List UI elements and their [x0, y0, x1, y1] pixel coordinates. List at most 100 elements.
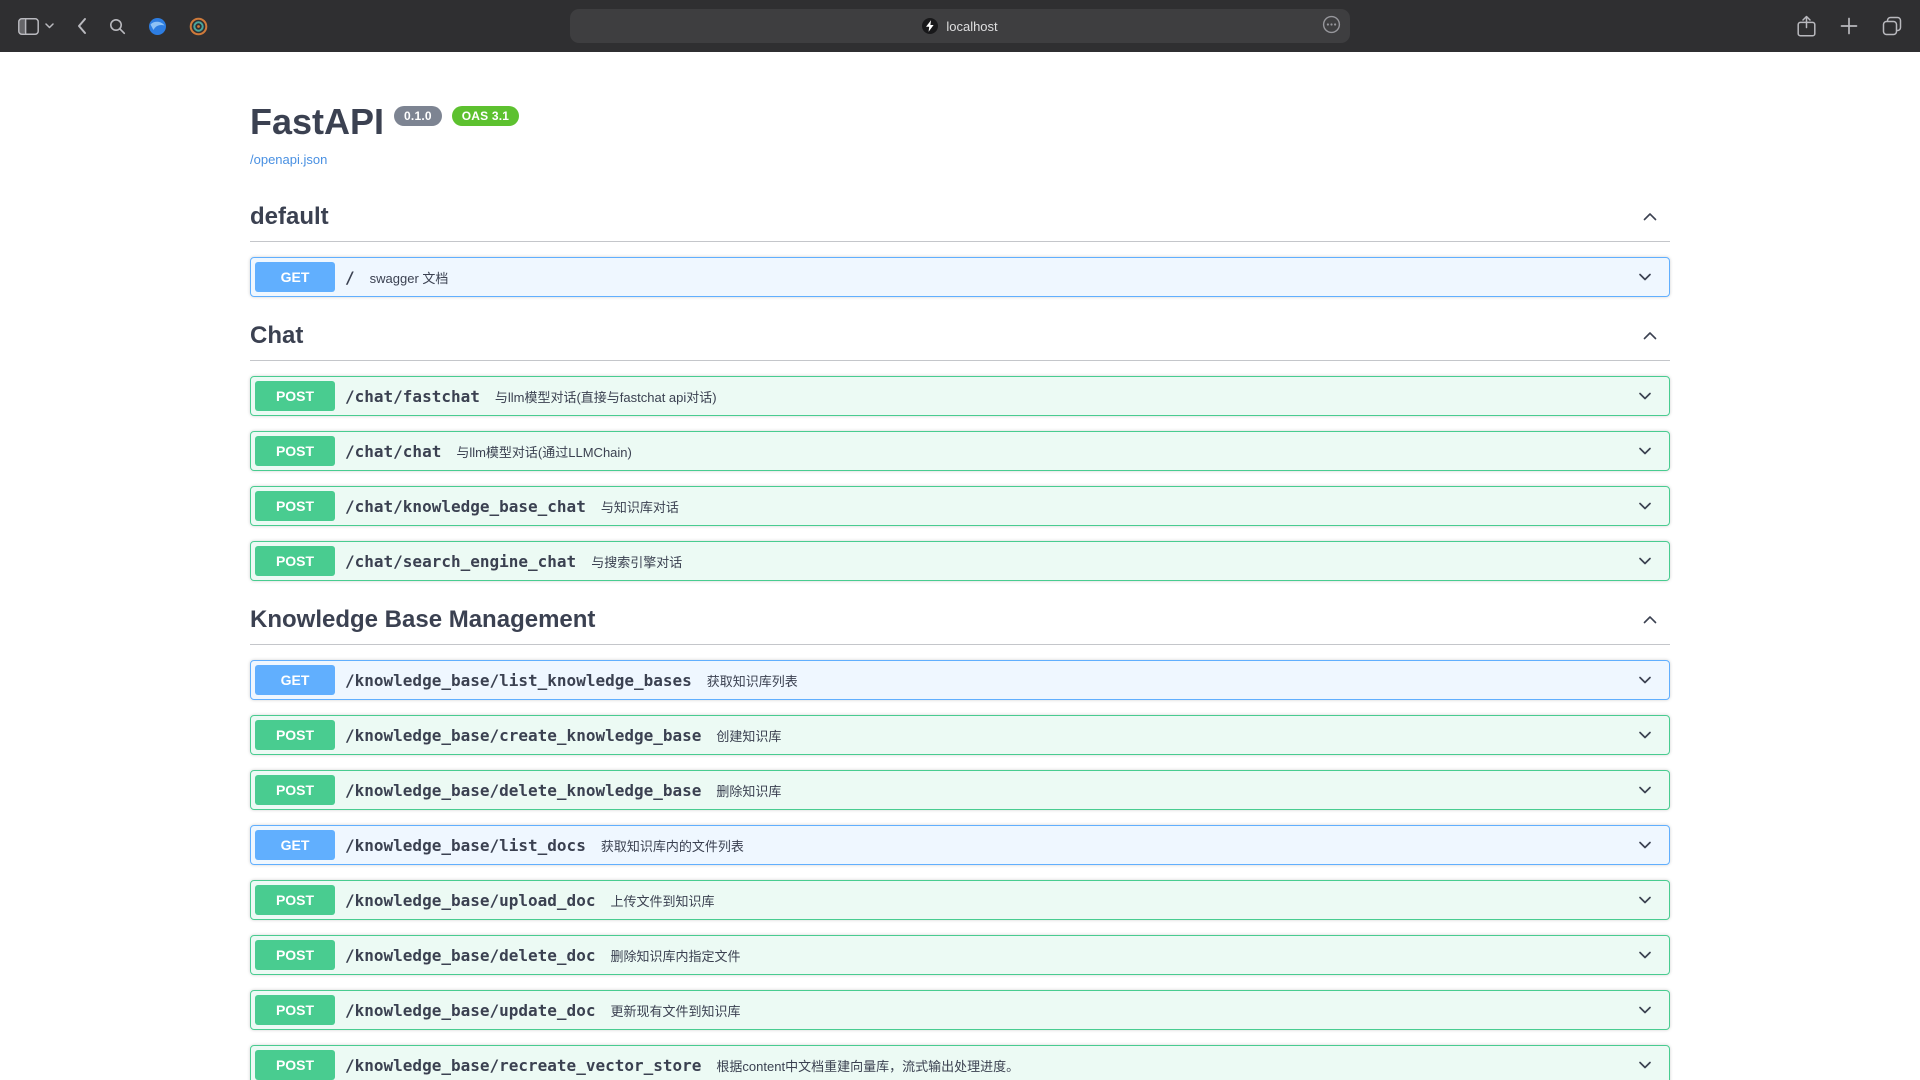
operation-row[interactable]: POST /knowledge_base/delete_knowledge_ba… — [250, 770, 1670, 810]
section-title[interactable]: default — [250, 203, 329, 231]
section-title[interactable]: Chat — [250, 322, 303, 350]
chevron-up-icon[interactable] — [1642, 328, 1658, 344]
operation-row[interactable]: GET /knowledge_base/list_knowledge_bases… — [250, 660, 1670, 700]
api-title-text: FastAPI — [250, 100, 384, 143]
chevron-down-icon[interactable] — [1635, 386, 1655, 406]
site-favicon — [922, 18, 938, 34]
operation-row[interactable]: POST /knowledge_base/delete_doc 删除知识库内指定… — [250, 935, 1670, 975]
chevron-down-icon[interactable] — [1635, 496, 1655, 516]
page-menu-ellipsis-icon[interactable] — [1322, 15, 1341, 37]
operation-path: /chat/fastchat — [345, 387, 480, 406]
method-badge: POST — [255, 720, 335, 750]
api-info: FastAPI 0.1.0 OAS 3.1 /openapi.json — [250, 100, 1670, 169]
chevron-down-icon[interactable] — [1635, 670, 1655, 690]
bird-extension-icon[interactable] — [148, 17, 167, 36]
chevron-down-icon[interactable] — [1635, 551, 1655, 571]
method-badge: GET — [255, 830, 335, 860]
operation-path: /knowledge_base/update_doc — [345, 1001, 595, 1020]
operation-row[interactable]: POST /chat/fastchat 与llm模型对话(直接与fastchat… — [250, 376, 1670, 416]
method-badge: POST — [255, 1050, 335, 1080]
section-header[interactable]: default — [250, 193, 1670, 242]
operation-row[interactable]: POST /chat/chat 与llm模型对话(通过LLMChain) — [250, 431, 1670, 471]
method-badge: GET — [255, 665, 335, 695]
operation-path: / — [345, 268, 355, 287]
operation-row[interactable]: POST /knowledge_base/update_doc 更新现有文件到知… — [250, 990, 1670, 1030]
method-badge: POST — [255, 546, 335, 576]
operation-row[interactable]: POST /chat/search_engine_chat 与搜索引擎对话 — [250, 541, 1670, 581]
operation-path: /chat/search_engine_chat — [345, 552, 576, 571]
share-icon[interactable] — [1797, 15, 1816, 37]
operation-row[interactable]: POST /chat/knowledge_base_chat 与知识库对话 — [250, 486, 1670, 526]
operation-description: 删除知识库 — [716, 781, 781, 800]
chevron-down-icon[interactable] — [1635, 725, 1655, 745]
chevron-down-icon[interactable] — [1635, 945, 1655, 965]
chevron-down-icon[interactable] — [1635, 267, 1655, 287]
chevron-down-icon[interactable] — [1635, 441, 1655, 461]
chevron-up-icon[interactable] — [1642, 612, 1658, 628]
operation-description: 获取知识库内的文件列表 — [601, 836, 744, 855]
chevron-down-icon[interactable] — [1635, 890, 1655, 910]
section-operations: POST /chat/fastchat 与llm模型对话(直接与fastchat… — [250, 376, 1670, 581]
section-header[interactable]: Knowledge Base Management — [250, 596, 1670, 645]
operation-description: 上传文件到知识库 — [610, 891, 714, 910]
operation-description: 与搜索引擎对话 — [591, 552, 682, 571]
operation-path: /knowledge_base/list_docs — [345, 836, 586, 855]
operation-description: 与知识库对话 — [601, 497, 679, 516]
operation-row[interactable]: POST /knowledge_base/recreate_vector_sto… — [250, 1045, 1670, 1080]
method-badge: POST — [255, 491, 335, 521]
address-bar[interactable]: localhost — [570, 9, 1350, 43]
chevron-down-icon[interactable] — [1635, 1000, 1655, 1020]
operation-path: /knowledge_base/list_knowledge_bases — [345, 671, 692, 690]
tab-overview-icon[interactable] — [1882, 16, 1902, 36]
operation-description: 与llm模型对话(通过LLMChain) — [456, 442, 632, 461]
method-badge: POST — [255, 381, 335, 411]
operation-description: 根据content中文档重建向量库，流式输出处理进度。 — [716, 1056, 1019, 1075]
operation-row[interactable]: GET / swagger 文档 — [250, 257, 1670, 297]
operation-description: 与llm模型对话(直接与fastchat api对话) — [495, 387, 717, 406]
section-header[interactable]: Chat — [250, 312, 1670, 361]
operation-path: /chat/chat — [345, 442, 441, 461]
version-badge: 0.1.0 — [394, 106, 442, 126]
api-title: FastAPI 0.1.0 OAS 3.1 — [250, 100, 1670, 143]
oas-badge: OAS 3.1 — [452, 106, 519, 126]
api-section: default GET / swagger 文档 — [250, 193, 1670, 297]
chevron-down-icon[interactable] — [1635, 835, 1655, 855]
method-badge: POST — [255, 436, 335, 466]
back-icon[interactable] — [76, 17, 87, 35]
operation-path: /knowledge_base/upload_doc — [345, 891, 595, 910]
api-section: Knowledge Base Management GET /knowledge… — [250, 596, 1670, 1080]
browser-toolbar: localhost — [0, 0, 1920, 52]
method-badge: POST — [255, 995, 335, 1025]
operation-description: 创建知识库 — [716, 726, 781, 745]
chevron-up-icon[interactable] — [1642, 209, 1658, 225]
operation-path: /knowledge_base/create_knowledge_base — [345, 726, 701, 745]
search-icon[interactable] — [109, 18, 126, 35]
operation-path: /chat/knowledge_base_chat — [345, 497, 586, 516]
new-tab-icon[interactable] — [1840, 17, 1858, 35]
swagger-page: FastAPI 0.1.0 OAS 3.1 /openapi.json defa… — [0, 52, 1920, 1080]
openapi-json-link[interactable]: /openapi.json — [250, 152, 327, 167]
section-operations: GET / swagger 文档 — [250, 257, 1670, 297]
operation-description: 更新现有文件到知识库 — [610, 1001, 740, 1020]
method-badge: POST — [255, 775, 335, 805]
operation-path: /knowledge_base/recreate_vector_store — [345, 1056, 701, 1075]
operation-description: swagger 文档 — [370, 268, 449, 287]
operation-row[interactable]: POST /knowledge_base/upload_doc 上传文件到知识库 — [250, 880, 1670, 920]
section-operations: GET /knowledge_base/list_knowledge_bases… — [250, 660, 1670, 1080]
operation-description: 删除知识库内指定文件 — [610, 946, 740, 965]
operation-row[interactable]: GET /knowledge_base/list_docs 获取知识库内的文件列… — [250, 825, 1670, 865]
operation-description: 获取知识库列表 — [707, 671, 798, 690]
address-text: localhost — [946, 19, 997, 34]
method-badge: POST — [255, 885, 335, 915]
operation-path: /knowledge_base/delete_doc — [345, 946, 595, 965]
chevron-down-icon[interactable] — [1635, 780, 1655, 800]
method-badge: GET — [255, 262, 335, 292]
operation-row[interactable]: POST /knowledge_base/create_knowledge_ba… — [250, 715, 1670, 755]
sidebar-chevron-down-icon[interactable] — [45, 23, 54, 29]
rings-extension-icon[interactable] — [189, 17, 208, 36]
operations-sections: default GET / swagger 文档 Chat — [250, 193, 1670, 1080]
api-section: Chat POST /chat/fastchat 与llm模型对话(直接与fas… — [250, 312, 1670, 581]
sidebar-toggle-icon[interactable] — [18, 18, 39, 35]
section-title[interactable]: Knowledge Base Management — [250, 606, 595, 634]
chevron-down-icon[interactable] — [1635, 1055, 1655, 1075]
